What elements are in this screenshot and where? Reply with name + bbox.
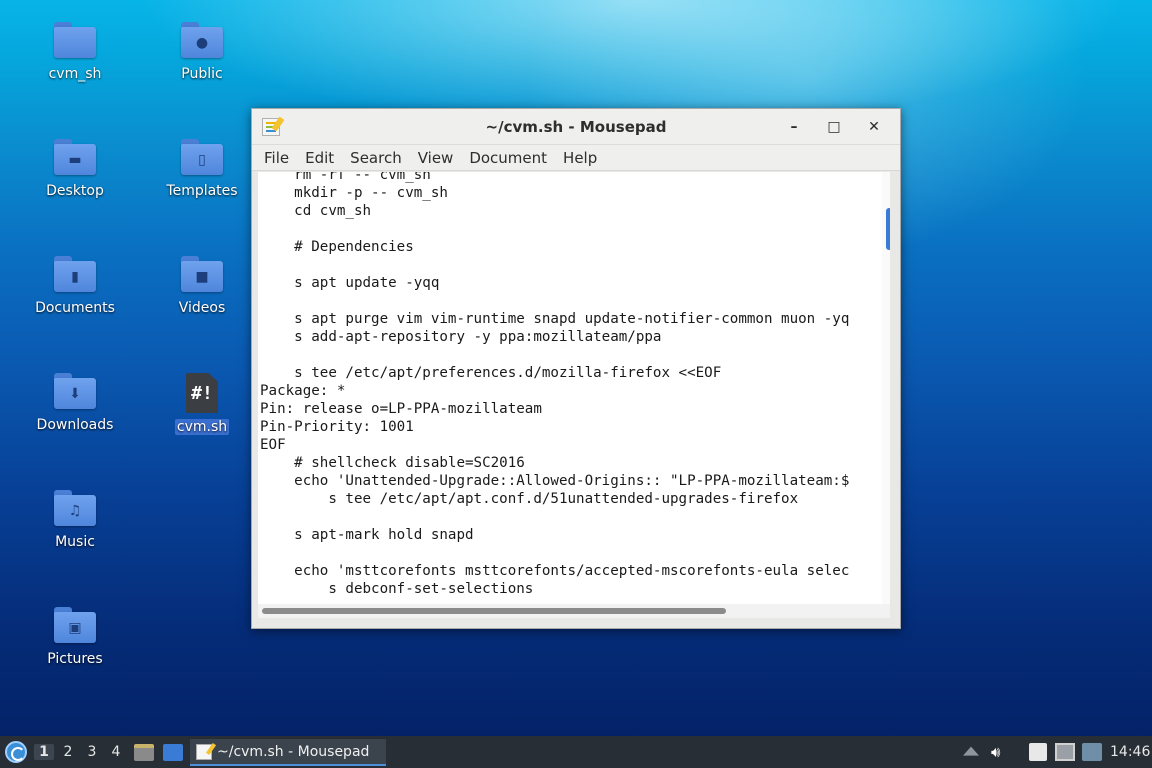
menu-help[interactable]: Help: [555, 149, 605, 167]
menu-document[interactable]: Document: [461, 149, 555, 167]
folder-downloads-icon: ⬇: [54, 373, 96, 409]
mousepad-window: ~/cvm.sh - Mousepad – □ ✕ File Edit Sear…: [251, 108, 901, 629]
code-line[interactable]: Package: *: [260, 382, 345, 400]
maximize-button[interactable]: □: [823, 117, 845, 137]
desktop-icon-videos[interactable]: ■ Videos: [147, 256, 257, 356]
horizontal-scrollbar[interactable]: [258, 604, 890, 618]
menu-view[interactable]: View: [410, 149, 462, 167]
folder-public-icon: ●: [181, 22, 223, 58]
network-icon[interactable]: [1055, 743, 1075, 761]
code-line[interactable]: s apt update -yqq: [260, 274, 439, 292]
code-line[interactable]: mkdir -p -- cvm_sh: [260, 184, 448, 202]
folder-icon: [54, 22, 96, 58]
shell-script-file-icon: #!: [186, 373, 218, 413]
desktop-icon-templates[interactable]: ▯ Templates: [147, 139, 257, 239]
text-editor-area[interactable]: rm -rf -- cvm_sh mkdir -p -- cvm_sh cd c…: [258, 172, 890, 604]
code-line[interactable]: s apt-mark hold snapd: [260, 526, 473, 544]
workspace-4[interactable]: 4: [106, 744, 126, 760]
folder-documents-icon: ▮: [54, 256, 96, 292]
code-line[interactable]: echo 'Unattended-Upgrade::Allowed-Origin…: [260, 472, 849, 490]
folder-templates-icon: ▯: [181, 139, 223, 175]
mousepad-task-icon: [196, 743, 212, 760]
menubar: File Edit Search View Document Help: [252, 145, 900, 171]
desktop-icon-public[interactable]: ● Public: [147, 22, 257, 122]
desktop-icon-cvm-sh-folder[interactable]: cvm_sh: [20, 22, 130, 122]
application-menu-icon[interactable]: [5, 741, 27, 763]
updates-tray-icon[interactable]: [963, 746, 979, 756]
code-line[interactable]: s tee /etc/apt/preferences.d/mozilla-fir…: [260, 364, 721, 382]
code-line[interactable]: EOF: [260, 436, 286, 454]
folder-desktop-icon: ▬: [54, 139, 96, 175]
folder-videos-icon: ■: [181, 256, 223, 292]
desktop-icon-label: Documents: [35, 300, 115, 316]
horizontal-scrollbar-thumb[interactable]: [262, 608, 726, 614]
code-line[interactable]: rm -rf -- cvm_sh: [260, 172, 431, 184]
code-line[interactable]: s debconf-set-selections: [260, 580, 533, 598]
close-button[interactable]: ✕: [863, 117, 885, 137]
code-line[interactable]: s apt purge vim vim-runtime snapd update…: [260, 310, 849, 328]
menu-file[interactable]: File: [256, 149, 297, 167]
code-line[interactable]: Pin: release o=LP-PPA-mozillateam: [260, 400, 542, 418]
workspace-2[interactable]: 2: [58, 744, 78, 760]
vertical-scrollbar[interactable]: [882, 172, 890, 604]
clipboard-icon[interactable]: [1029, 743, 1047, 761]
workspace-3[interactable]: 3: [82, 744, 102, 760]
menu-search[interactable]: Search: [342, 149, 410, 167]
show-desktop-icon[interactable]: [163, 744, 183, 761]
desktop-icon-label: Videos: [178, 300, 226, 316]
desktop-icon-label: Templates: [166, 183, 238, 199]
notifications-icon[interactable]: [1082, 743, 1102, 761]
code-line[interactable]: echo 'msttcorefonts msttcorefonts/accept…: [260, 562, 849, 580]
desktop-icon-label: Public: [181, 66, 223, 82]
code-line[interactable]: # Dependencies: [260, 238, 414, 256]
workspace-1[interactable]: 1: [34, 744, 54, 760]
script-glyph: #!: [191, 383, 213, 404]
desktop-icon-label: cvm_sh: [48, 66, 102, 82]
code-line[interactable]: # shellcheck disable=SC2016: [260, 454, 525, 472]
vertical-scrollbar-thumb[interactable]: [886, 208, 890, 250]
desktop-icon-desktop[interactable]: ▬ Desktop: [20, 139, 130, 239]
code-line[interactable]: s tee /etc/apt/apt.conf.d/51unattended-u…: [260, 490, 798, 508]
clock[interactable]: 14:46: [1110, 744, 1150, 760]
code-line[interactable]: cd cvm_sh: [260, 202, 371, 220]
volume-icon[interactable]: 🔊︎: [991, 743, 1011, 761]
desktop-icon-label: cvm.sh: [174, 419, 230, 435]
desktop-icon-pictures[interactable]: ▣ Pictures: [20, 607, 130, 707]
taskbar: 1 2 3 4 ~/cvm.sh - Mousepad 🔊︎ 14:46: [0, 736, 1152, 768]
desktop-icon-label: Downloads: [36, 417, 114, 433]
taskbar-task-mousepad[interactable]: ~/cvm.sh - Mousepad: [190, 739, 386, 766]
folder-pictures-icon: ▣: [54, 607, 96, 643]
taskbar-task-label: ~/cvm.sh - Mousepad: [217, 743, 370, 760]
minimize-button[interactable]: –: [783, 117, 805, 137]
code-line[interactable]: Pin-Priority: 1001: [260, 418, 414, 436]
desktop-icon-music[interactable]: ♫ Music: [20, 490, 130, 590]
desktop-icon-label: Music: [55, 534, 95, 550]
file-manager-icon[interactable]: [134, 744, 154, 761]
desktop-icon-documents[interactable]: ▮ Documents: [20, 256, 130, 356]
window-titlebar[interactable]: ~/cvm.sh - Mousepad – □ ✕: [252, 109, 900, 145]
desktop-icon-downloads[interactable]: ⬇ Downloads: [20, 373, 130, 473]
desktop-icon-label: Pictures: [47, 651, 103, 667]
folder-music-icon: ♫: [54, 490, 96, 526]
desktop-icon-label: Desktop: [46, 183, 104, 199]
desktop-icon-cvm-sh-file[interactable]: #! cvm.sh: [147, 373, 257, 473]
menu-edit[interactable]: Edit: [297, 149, 342, 167]
code-line[interactable]: s add-apt-repository -y ppa:mozillateam/…: [260, 328, 661, 346]
